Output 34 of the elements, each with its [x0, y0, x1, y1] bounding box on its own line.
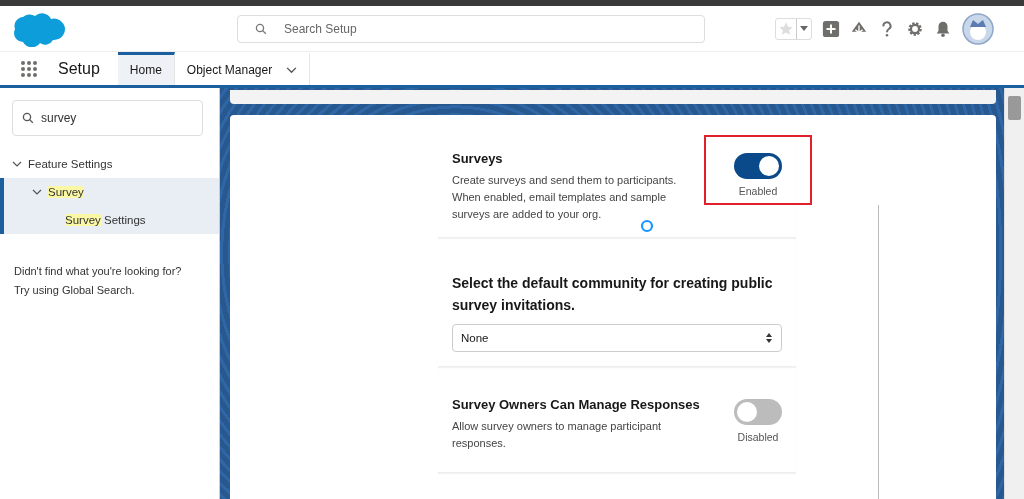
sort-arrows-icon [765, 332, 773, 344]
setting-title: Select the default community for creating public survey invitations. [452, 274, 774, 315]
community-select[interactable]: None [452, 324, 782, 352]
help-text: Didn't find what you're looking for? [14, 264, 183, 279]
toggle-status: Enabled [738, 185, 778, 197]
setting-description: Allow survey owners to manage participant responses. [452, 419, 663, 451]
toggle-switch[interactable] [734, 153, 782, 179]
help-text: Try using Global Search. [14, 283, 136, 298]
settings-icon[interactable] [906, 19, 924, 38]
setting-title: Surveys [452, 151, 504, 166]
plus-icon[interactable] [822, 19, 840, 38]
bell-icon[interactable] [934, 19, 952, 38]
search-field[interactable]: Search Setup [237, 14, 705, 43]
toggle-switch[interactable] [734, 399, 782, 425]
tree-item[interactable]: Survey Settings [0, 206, 219, 234]
chevron-icon [12, 159, 22, 169]
scrollbar-thumb[interactable] [1008, 96, 1021, 120]
search-field[interactable]: survey [12, 100, 203, 136]
nav-tab[interactable]: Home [117, 52, 175, 85]
chevron-icon [286, 66, 298, 74]
nav-tab[interactable]: Object Manager [174, 52, 311, 85]
app-name: Setup [58, 59, 100, 78]
tree-item[interactable]: Survey [0, 178, 219, 206]
toggle-status: Disabled [737, 431, 779, 443]
chevron-icon [32, 187, 42, 197]
setting-description: Create surveys and send them to participants. When enabled, email templates and sample surveys are added to your org. [452, 173, 678, 222]
app-launcher-icon[interactable] [20, 59, 38, 78]
favorites-button[interactable] [775, 17, 812, 40]
tree-item[interactable]: Feature Settings [0, 150, 219, 178]
star-icon [778, 20, 794, 37]
setting-title: Survey Owners Can Manage Responses [452, 397, 701, 412]
cloud-logo[interactable] [14, 10, 66, 47]
avatar[interactable] [962, 12, 994, 45]
caret-icon [800, 26, 808, 31]
